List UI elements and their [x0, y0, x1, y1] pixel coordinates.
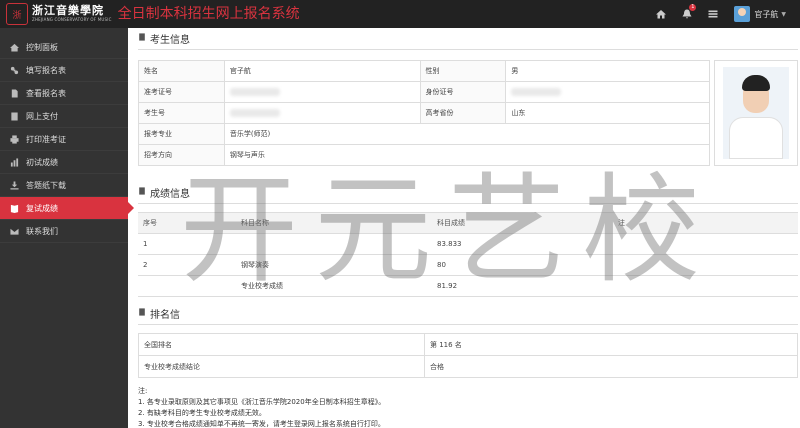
- sidebar: 控制面板 填写报名表 查看报名表 网上支付 打印准考证 初试成绩 答题纸下载 复…: [0, 28, 134, 428]
- sidebar-item-preliminary-scores[interactable]: 初试成绩: [0, 151, 128, 174]
- candidate-info-header: 考生信息: [138, 28, 798, 50]
- table-row: 姓名 官子航 性别 男: [138, 60, 710, 82]
- print-icon: [9, 134, 19, 144]
- exam-number-label: 考生号: [138, 102, 225, 124]
- sidebar-item-contact-us[interactable]: 联系我们: [0, 220, 128, 243]
- table-row: 2 钢琴演奏 80: [138, 254, 798, 276]
- chart-icon: [9, 157, 19, 167]
- id-number-value: [505, 81, 710, 103]
- table-row: 1 83.833: [138, 233, 798, 255]
- redacted-value: [229, 88, 280, 96]
- rank-value: 第 116 名: [424, 333, 798, 356]
- exam-number-value: [223, 102, 421, 124]
- candidate-info: 姓名 官子航 性别 男 准考证号 身份证号 考生号 高考省份 山东 报考专业 音…: [138, 60, 798, 166]
- sidebar-item-retest-scores[interactable]: 复试成绩: [0, 197, 134, 220]
- logo-seal: 浙: [6, 3, 28, 25]
- logo-chinese-name: 浙江音樂學院: [32, 4, 104, 17]
- direction-label: 招考方向: [138, 144, 225, 166]
- conclusion-label: 专业校考成绩结论: [138, 355, 425, 378]
- table-row: 准考证号 身份证号: [138, 81, 710, 103]
- table-row: 招考方向 钢琴与声乐: [138, 144, 711, 166]
- scores-table: 序号 科目名称 科目成绩 注 1 83.833 2 钢琴演奏 80 专业校考成绩…: [138, 212, 798, 297]
- dashboard-icon: [9, 42, 19, 52]
- table-row: 全国排名 第 116 名: [138, 333, 798, 356]
- name-value: 官子航: [223, 60, 421, 82]
- mail-icon: [9, 226, 19, 236]
- user-name: 官子航: [754, 9, 779, 19]
- table-row: 专业校考成绩结论 合格: [138, 355, 798, 378]
- sidebar-item-print-ticket[interactable]: 打印准考证: [0, 128, 128, 151]
- major-label: 报考专业: [138, 123, 225, 145]
- conclusion-value: 合格: [424, 355, 798, 378]
- ranking-table: 全国排名 第 116 名 专业校考成绩结论 合格: [138, 333, 798, 378]
- download-icon: [9, 180, 19, 190]
- table-header: 序号 科目名称 科目成绩 注: [138, 212, 798, 234]
- document-icon: [9, 88, 19, 98]
- user-avatar: [734, 6, 751, 22]
- ticket-number-value: [223, 81, 421, 103]
- province-value: 山东: [505, 102, 710, 124]
- note-line: 2. 有缺考科目的考生专业校考成绩无效。: [138, 409, 266, 417]
- note-line: 3. 专业校考合格成绩通知单不再统一寄发，请考生登录网上报名系统自行打印。: [138, 420, 385, 428]
- notes: 注: 1. 各专业录取原则及其它事项见《浙江音乐学院2020年全日制本科招生章程…: [138, 386, 798, 428]
- name-label: 姓名: [138, 60, 225, 82]
- table-row: 报考专业 音乐学(师范): [138, 123, 711, 145]
- pencil-icon: [9, 65, 19, 75]
- note-line: 1. 各专业录取原则及其它事项见《浙江音乐学院2020年全日制本科招生章程》。: [138, 398, 386, 406]
- sidebar-item-online-payment[interactable]: 网上支付: [0, 105, 128, 128]
- system-title: 全日制本科招生网上报名系统: [117, 6, 300, 22]
- user-menu[interactable]: 官子航 ▼: [726, 0, 800, 28]
- redacted-value: [229, 109, 280, 117]
- logo[interactable]: 浙 浙江音樂學院 ZHEJIANG CONSERVATORY OF MUSIC: [0, 0, 112, 28]
- document-icon: [138, 33, 146, 44]
- document-icon: [138, 187, 146, 198]
- major-value: 音乐学(师范): [223, 123, 711, 145]
- id-number-label: 身份证号: [419, 81, 507, 103]
- top-bar: 浙 浙江音樂學院 ZHEJIANG CONSERVATORY OF MUSIC …: [0, 0, 800, 28]
- rank-label: 全国排名: [138, 333, 425, 356]
- sidebar-item-fill-form[interactable]: 填写报名表: [0, 59, 128, 82]
- table-row: 专业校考成绩 81.92: [138, 275, 798, 297]
- sidebar-item-answer-sheet-download[interactable]: 答题纸下载: [0, 174, 128, 197]
- sidebar-item-view-form[interactable]: 查看报名表: [0, 82, 128, 105]
- message-list-icon[interactable]: [700, 0, 726, 28]
- gender-label: 性别: [419, 60, 507, 82]
- ticket-number-label: 准考证号: [138, 81, 225, 103]
- scores-header: 成绩信息: [138, 182, 798, 204]
- gender-value: 男: [505, 60, 710, 82]
- chevron-down-icon: ▼: [781, 10, 786, 18]
- candidate-info-table: 姓名 官子航 性别 男 准考证号 身份证号 考生号 高考省份 山东 报考专业 音…: [138, 60, 711, 166]
- direction-value: 钢琴与声乐: [223, 144, 711, 166]
- document-icon: [138, 308, 146, 319]
- book-icon: [9, 203, 19, 213]
- sidebar-item-dashboard[interactable]: 控制面板: [0, 36, 128, 59]
- ranking-header: 排名信: [138, 303, 798, 325]
- notification-badge: 1: [689, 4, 697, 11]
- card-icon: [9, 111, 19, 121]
- main-content: 考生信息 姓名 官子航 性别 男 准考证号 身份证号 考生号 高考省份 山东 报…: [138, 28, 798, 428]
- notes-title: 注:: [138, 387, 148, 395]
- logo-english-name: ZHEJIANG CONSERVATORY OF MUSIC: [32, 17, 112, 22]
- candidate-photo: [714, 60, 798, 166]
- notification-bell-icon[interactable]: 1: [674, 0, 700, 28]
- province-label: 高考省份: [419, 102, 507, 124]
- redacted-value: [511, 88, 562, 96]
- table-row: 考生号 高考省份 山东: [138, 102, 710, 124]
- home-icon[interactable]: [648, 0, 674, 28]
